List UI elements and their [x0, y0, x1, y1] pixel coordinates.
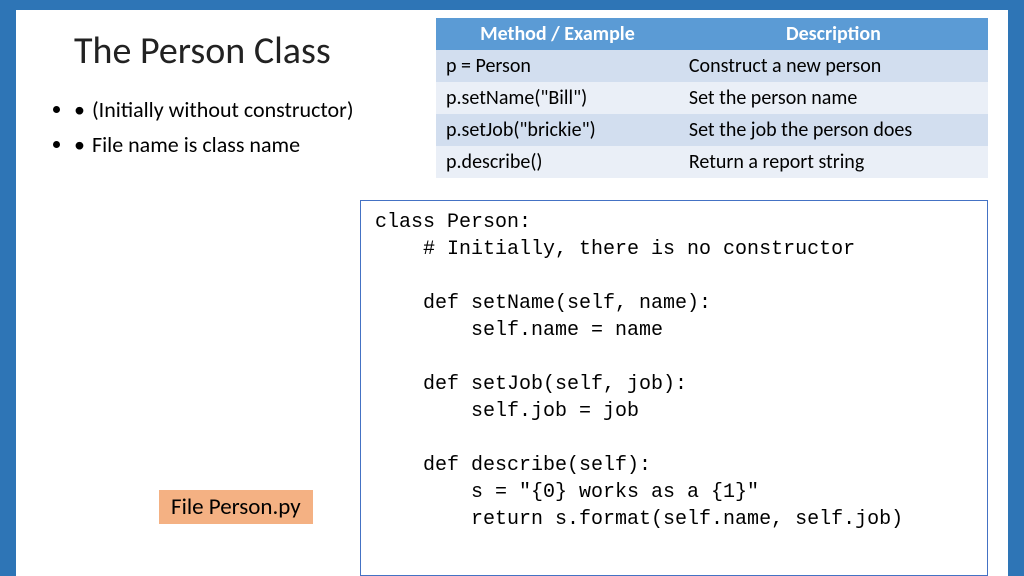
- table-cell: p = Person: [436, 50, 679, 82]
- api-table: Method / Example Description p = Person …: [436, 18, 988, 178]
- bullet-list: (Initially without constructor) File nam…: [74, 96, 354, 165]
- table-cell: p.setName("Bill"): [436, 82, 679, 114]
- table-cell: Set the person name: [679, 82, 988, 114]
- table-header: Method / Example: [436, 18, 679, 50]
- table-row: p = Person Construct a new person: [436, 50, 988, 82]
- table-row: p.setName("Bill") Set the person name: [436, 82, 988, 114]
- table-cell: Set the job the person does: [679, 114, 988, 146]
- list-item: File name is class name: [74, 131, 354, 160]
- table-cell: p.setJob("brickie"): [436, 114, 679, 146]
- list-item: (Initially without constructor): [74, 96, 354, 125]
- table-header: Description: [679, 18, 988, 50]
- table-row: p.setJob("brickie") Set the job the pers…: [436, 114, 988, 146]
- code-block: class Person: # Initially, there is no c…: [360, 200, 988, 576]
- table-cell: Construct a new person: [679, 50, 988, 82]
- table-row: p.describe() Return a report string: [436, 146, 988, 178]
- file-label: File Person.py: [159, 490, 313, 524]
- table-header-row: Method / Example Description: [436, 18, 988, 50]
- table-cell: Return a report string: [679, 146, 988, 178]
- table-cell: p.describe(): [436, 146, 679, 178]
- page-title: The Person Class: [74, 28, 331, 74]
- slide: The Person Class (Initially without cons…: [16, 10, 1008, 576]
